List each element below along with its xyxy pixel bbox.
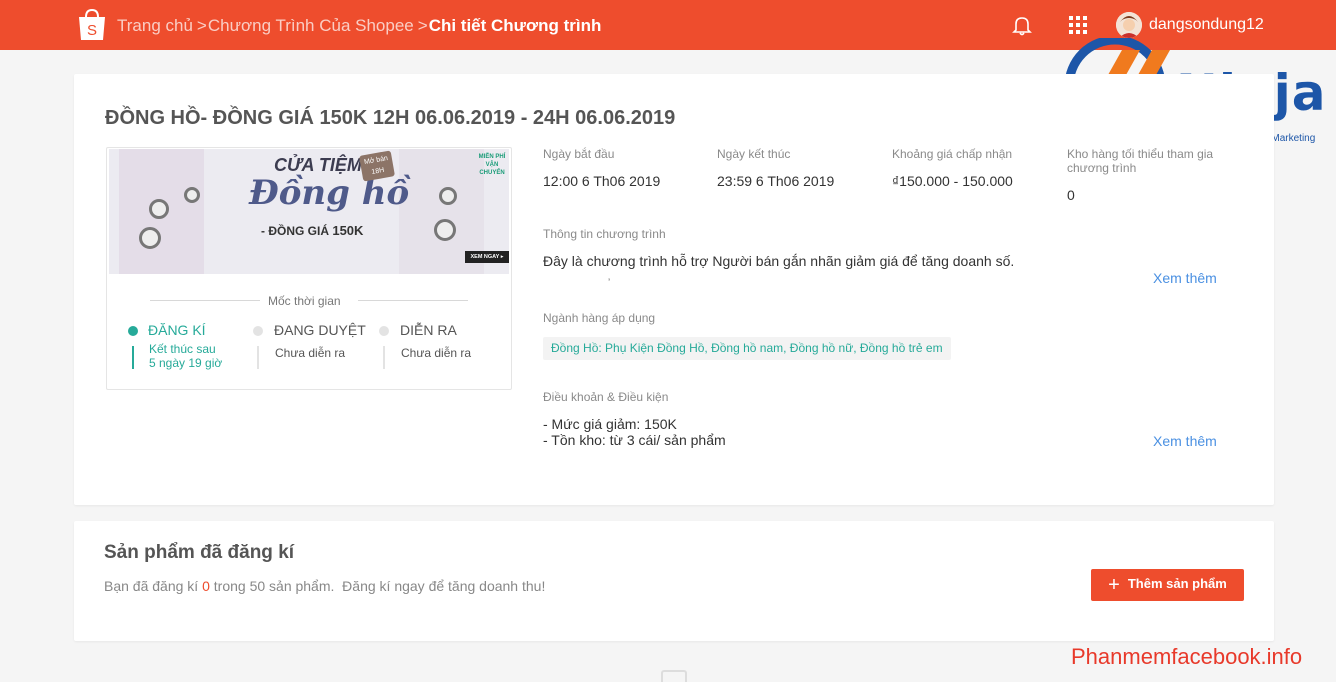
registered-desc-after: trong 50 sản phẩm. Đăng kí ngay để tăng … [209, 578, 546, 594]
step-ongoing-sub: Chưa diễn ra [401, 346, 472, 360]
shopee-bag-icon[interactable]: S [77, 9, 107, 41]
breadcrumb-programs[interactable]: Chương Trình Của Shopee [208, 16, 414, 35]
end-date-value: 23:59 6 Th06 2019 [717, 173, 835, 189]
breadcrumb-separator: > [196, 16, 207, 35]
apps-grid-icon[interactable] [1068, 15, 1088, 35]
banner-price-value: 150K [332, 223, 364, 238]
divider [150, 300, 260, 301]
step-line [383, 346, 385, 369]
step-reviewing-sub: Chưa diễn ra [275, 346, 346, 360]
program-info-value: Đây là chương trình hỗ trợ Người bán gắn… [543, 253, 1015, 269]
avatar-face-icon [1116, 12, 1142, 38]
step-dot-active [128, 326, 138, 336]
terms-label: Điều khoản & Điều kiện [543, 390, 669, 404]
banner-free-ship: MIỄN PHÍ VẬN CHUYỂN [478, 154, 506, 176]
min-stock-value: 0 [1067, 187, 1075, 203]
step-ongoing: DIỄN RA [400, 322, 457, 338]
breadcrumb-current: Chi tiết Chương trình [428, 16, 602, 35]
start-date-value: 12:00 6 Th06 2019 [543, 173, 661, 189]
divider [358, 300, 468, 301]
watch-icon [439, 187, 457, 205]
banner-cta: XEM NGAY ▸ [465, 251, 509, 263]
bell-icon[interactable] [1011, 14, 1033, 36]
registered-count: 0 [202, 578, 210, 594]
step-reviewing: ĐANG DUYỆT [274, 322, 366, 338]
step-line [257, 346, 259, 369]
min-stock-label: Kho hàng tối thiểu tham gia chương trình [1067, 147, 1214, 175]
empty-state-bag-icon [661, 670, 687, 682]
registered-desc-before: Bạn đã đăng kí [104, 578, 203, 594]
program-banner[interactable]: CỬA TIỆM Đồng hồ - ĐỒNG GIÁ 150K Mở bán … [109, 149, 509, 274]
price-range-value: ₫150.000 - 150.000 [892, 173, 1013, 189]
step-line [132, 346, 134, 369]
registered-products-title: Sản phẩm đã đăng kí [104, 542, 295, 563]
see-more-info-link[interactable]: Xem thêm [1153, 270, 1217, 286]
price-range-label: Khoảng giá chấp nhận [892, 147, 1013, 161]
program-info-label: Thông tin chương trình [543, 227, 666, 241]
avatar[interactable] [1116, 12, 1142, 38]
banner-price: - ĐỒNG GIÁ 150K [261, 223, 363, 238]
breadcrumb-separator: > [417, 16, 428, 35]
breadcrumb: Trang chủ >Chương Trình Của Shopee >Chi ti… [117, 16, 601, 36]
step-registration: ĐĂNG KÍ [148, 322, 206, 338]
svg-text:S: S [87, 22, 97, 39]
program-title: ĐỒNG HỒ- ĐỒNG GIÁ 150K 12H 06.06.2019 - … [105, 107, 676, 129]
step-dot [253, 326, 263, 336]
watch-icon [184, 187, 200, 203]
breadcrumb-home[interactable]: Trang chủ [117, 16, 193, 35]
add-product-button[interactable]: + Thêm sản phẩm [1091, 569, 1244, 601]
step-registration-sub: Kết thúc sau 5 ngày 19 giờ [149, 342, 223, 370]
timeline-heading: Mốc thời gian [268, 294, 341, 308]
username[interactable]: dangsondung12 [1149, 16, 1264, 34]
watch-icon [434, 219, 456, 241]
add-product-label: Thêm sản phẩm [1127, 575, 1227, 591]
watch-icon [149, 199, 169, 219]
banner-open-tag: Mở bán 18H [358, 150, 396, 182]
registered-products-desc: Bạn đã đăng kí 0 trong 50 sản phẩm. Đăng… [104, 578, 545, 594]
terms-line-2: - Tồn kho: từ 3 cái/ sản phẩm [543, 432, 726, 448]
site-watermark: Phanmemfacebook.info [1071, 644, 1303, 669]
see-more-terms-link[interactable]: Xem thêm [1153, 433, 1217, 449]
end-date-label: Ngày kết thúc [717, 147, 791, 161]
truncation-mark: ʼ [608, 278, 611, 289]
category-chip: Đồng Hồ: Phụ Kiện Đồng Hồ, Đồng hồ nam, … [543, 337, 951, 360]
step-dot [379, 326, 389, 336]
banner-price-prefix: - ĐỒNG GIÁ [261, 224, 333, 238]
category-label: Ngành hàng áp dụng [543, 311, 656, 325]
plus-icon: + [1108, 573, 1120, 596]
banner-line2: Đồng hồ [249, 173, 410, 213]
start-date-label: Ngày bắt đầu [543, 147, 615, 161]
terms-line-1: - Mức giá giảm: 150K [543, 416, 677, 432]
watch-icon [139, 227, 161, 249]
